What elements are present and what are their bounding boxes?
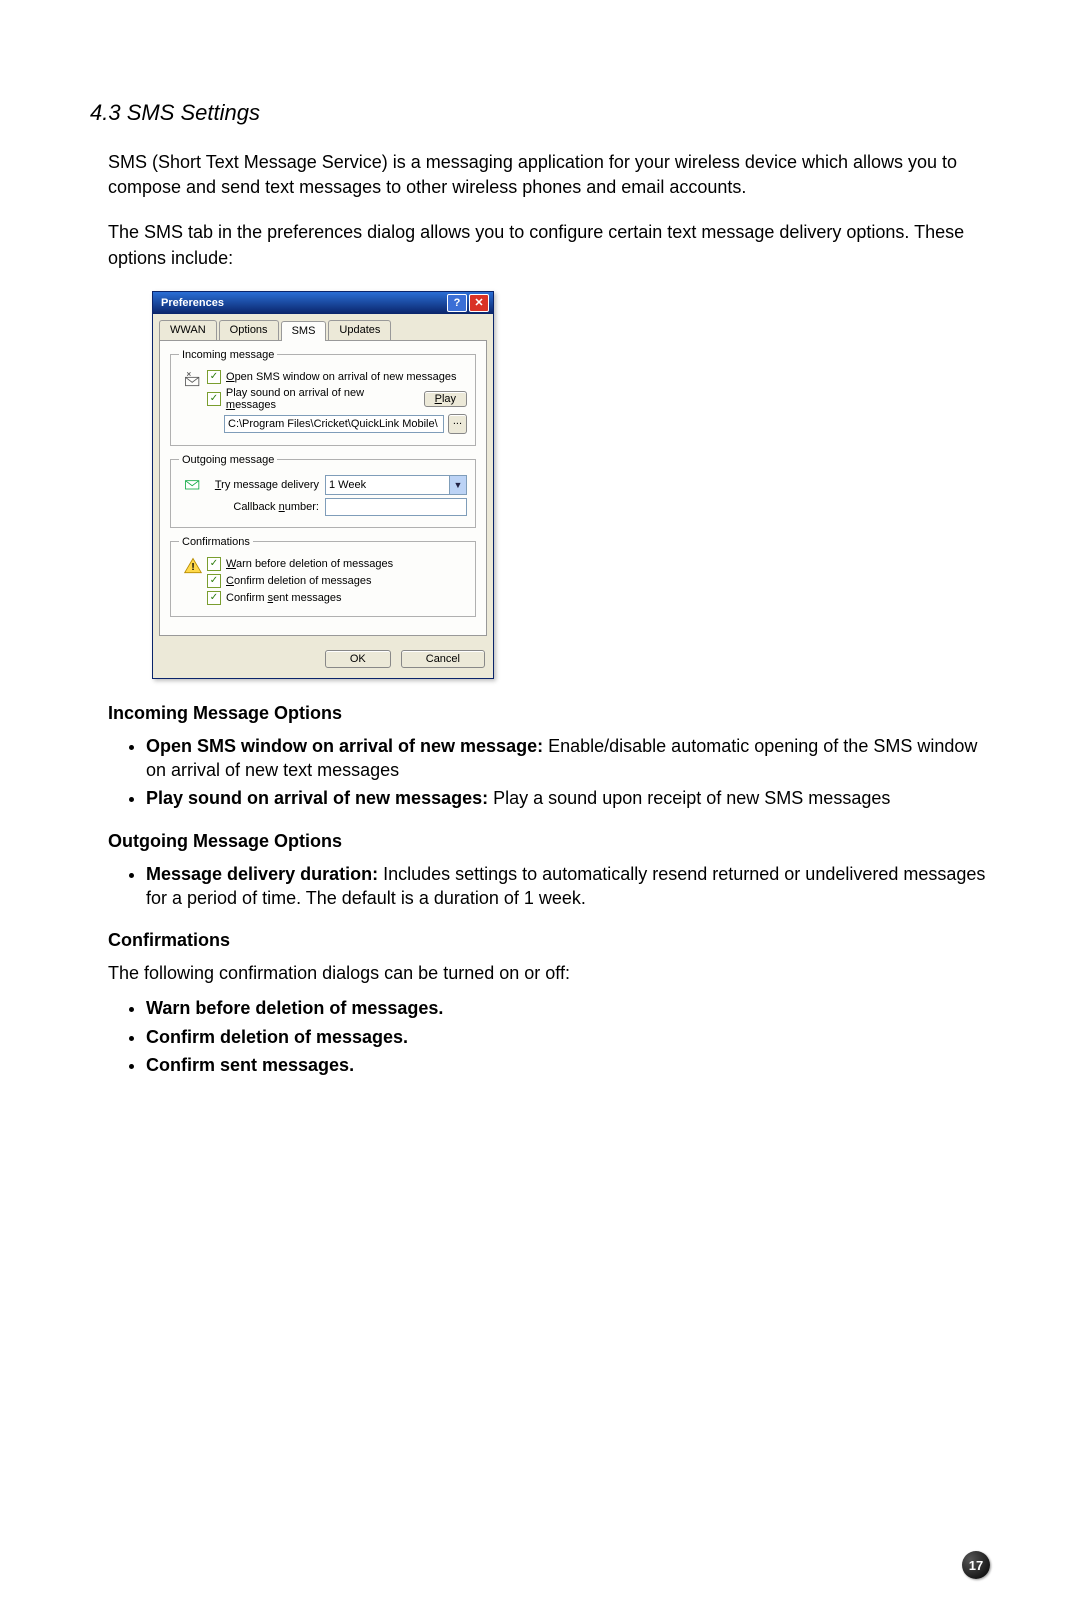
checkbox-icon	[207, 392, 221, 406]
preferences-dialog: Preferences ? ✕ WWAN Options SMS Updates…	[152, 291, 494, 679]
warning-icon: !	[179, 554, 207, 608]
delivery-duration-combo[interactable]: 1 Week ▼	[325, 475, 467, 495]
try-delivery-label: Try message delivery	[207, 479, 319, 491]
checkbox-icon	[207, 591, 221, 605]
heading-incoming: Incoming Message Options	[108, 703, 990, 724]
list-item: Play sound on arrival of new messages: P…	[146, 786, 990, 810]
group-confirmations: Confirmations ! Warn before deletion of …	[170, 536, 476, 617]
callback-input[interactable]	[325, 498, 467, 516]
dialog-titlebar[interactable]: Preferences ? ✕	[153, 292, 493, 314]
sound-path-input[interactable]: C:\Program Files\Cricket\QuickLink Mobil…	[224, 415, 444, 433]
checkbox-open-sms[interactable]: Open SMS window on arrival of new messag…	[207, 370, 467, 384]
cancel-button[interactable]: Cancel	[401, 650, 485, 668]
list-item: Confirm deletion of messages.	[146, 1025, 990, 1049]
legend-incoming: Incoming message	[179, 349, 277, 361]
ok-button[interactable]: OK	[325, 650, 391, 668]
sound-path-row: C:\Program Files\Cricket\QuickLink Mobil…	[207, 414, 467, 434]
intro-paragraph-1: SMS (Short Text Message Service) is a me…	[108, 150, 990, 200]
help-button[interactable]: ?	[447, 294, 467, 312]
heading-outgoing: Outgoing Message Options	[108, 831, 990, 852]
intro-paragraph-2: The SMS tab in the preferences dialog al…	[108, 220, 990, 270]
list-item: Confirm sent messages.	[146, 1053, 990, 1077]
dialog-button-row: OK Cancel	[153, 642, 493, 678]
list-item: Open SMS window on arrival of new messag…	[146, 734, 990, 783]
group-incoming: Incoming message Open SMS window on arri…	[170, 349, 476, 446]
browse-button[interactable]: ...	[448, 414, 467, 434]
checkbox-warn-delete[interactable]: Warn before deletion of messages	[207, 557, 467, 571]
tab-updates[interactable]: Updates	[328, 320, 391, 340]
confirm-sent-label: Confirm sent messages	[226, 592, 342, 604]
dialog-title: Preferences	[161, 297, 224, 309]
checkbox-icon	[207, 574, 221, 588]
checkbox-icon	[207, 557, 221, 571]
page-number-badge: 17	[962, 1551, 990, 1579]
checkbox-confirm-delete[interactable]: Confirm deletion of messages	[207, 574, 467, 588]
svg-text:!: !	[191, 562, 194, 573]
callback-row: Callback number:	[207, 498, 467, 516]
chevron-down-icon: ▼	[449, 476, 466, 494]
tab-options[interactable]: Options	[219, 320, 279, 340]
tab-panel-sms: Incoming message Open SMS window on arri…	[159, 340, 487, 636]
play-sound-label: Play sound on arrival of new messages	[226, 387, 416, 411]
list-item: Warn before deletion of messages.	[146, 996, 990, 1020]
message-out-icon	[179, 472, 207, 519]
open-sms-label: Open SMS window on arrival of new messag…	[226, 371, 457, 383]
confirm-bullets: Warn before deletion of messages. Confir…	[90, 996, 990, 1077]
tab-sms[interactable]: SMS	[281, 321, 327, 341]
heading-confirmations: Confirmations	[108, 930, 990, 951]
checkbox-icon	[207, 370, 221, 384]
message-in-icon	[179, 367, 207, 437]
confirm-delete-label: Confirm deletion of messages	[226, 575, 372, 587]
warn-delete-label: Warn before deletion of messages	[226, 558, 393, 570]
tab-wwan[interactable]: WWAN	[159, 320, 217, 340]
section-title: 4.3 SMS Settings	[90, 100, 990, 126]
legend-confirmations: Confirmations	[179, 536, 253, 548]
close-button[interactable]: ✕	[469, 294, 489, 312]
legend-outgoing: Outgoing message	[179, 454, 277, 466]
outgoing-bullets: Message delivery duration: Includes sett…	[90, 862, 990, 911]
try-delivery-row: Try message delivery 1 Week ▼	[207, 475, 467, 495]
checkbox-play-sound[interactable]: Play sound on arrival of new messages Pl…	[207, 387, 467, 411]
incoming-bullets: Open SMS window on arrival of new messag…	[90, 734, 990, 811]
group-outgoing: Outgoing message Try message delivery 1 …	[170, 454, 476, 528]
checkbox-confirm-sent[interactable]: Confirm sent messages	[207, 591, 467, 605]
list-item: Message delivery duration: Includes sett…	[146, 862, 990, 911]
play-button[interactable]: Play	[424, 391, 467, 407]
combo-value: 1 Week	[329, 479, 366, 491]
tabstrip: WWAN Options SMS Updates	[153, 314, 493, 340]
callback-label: Callback number:	[207, 501, 319, 513]
confirm-intro: The following confirmation dialogs can b…	[108, 961, 990, 986]
